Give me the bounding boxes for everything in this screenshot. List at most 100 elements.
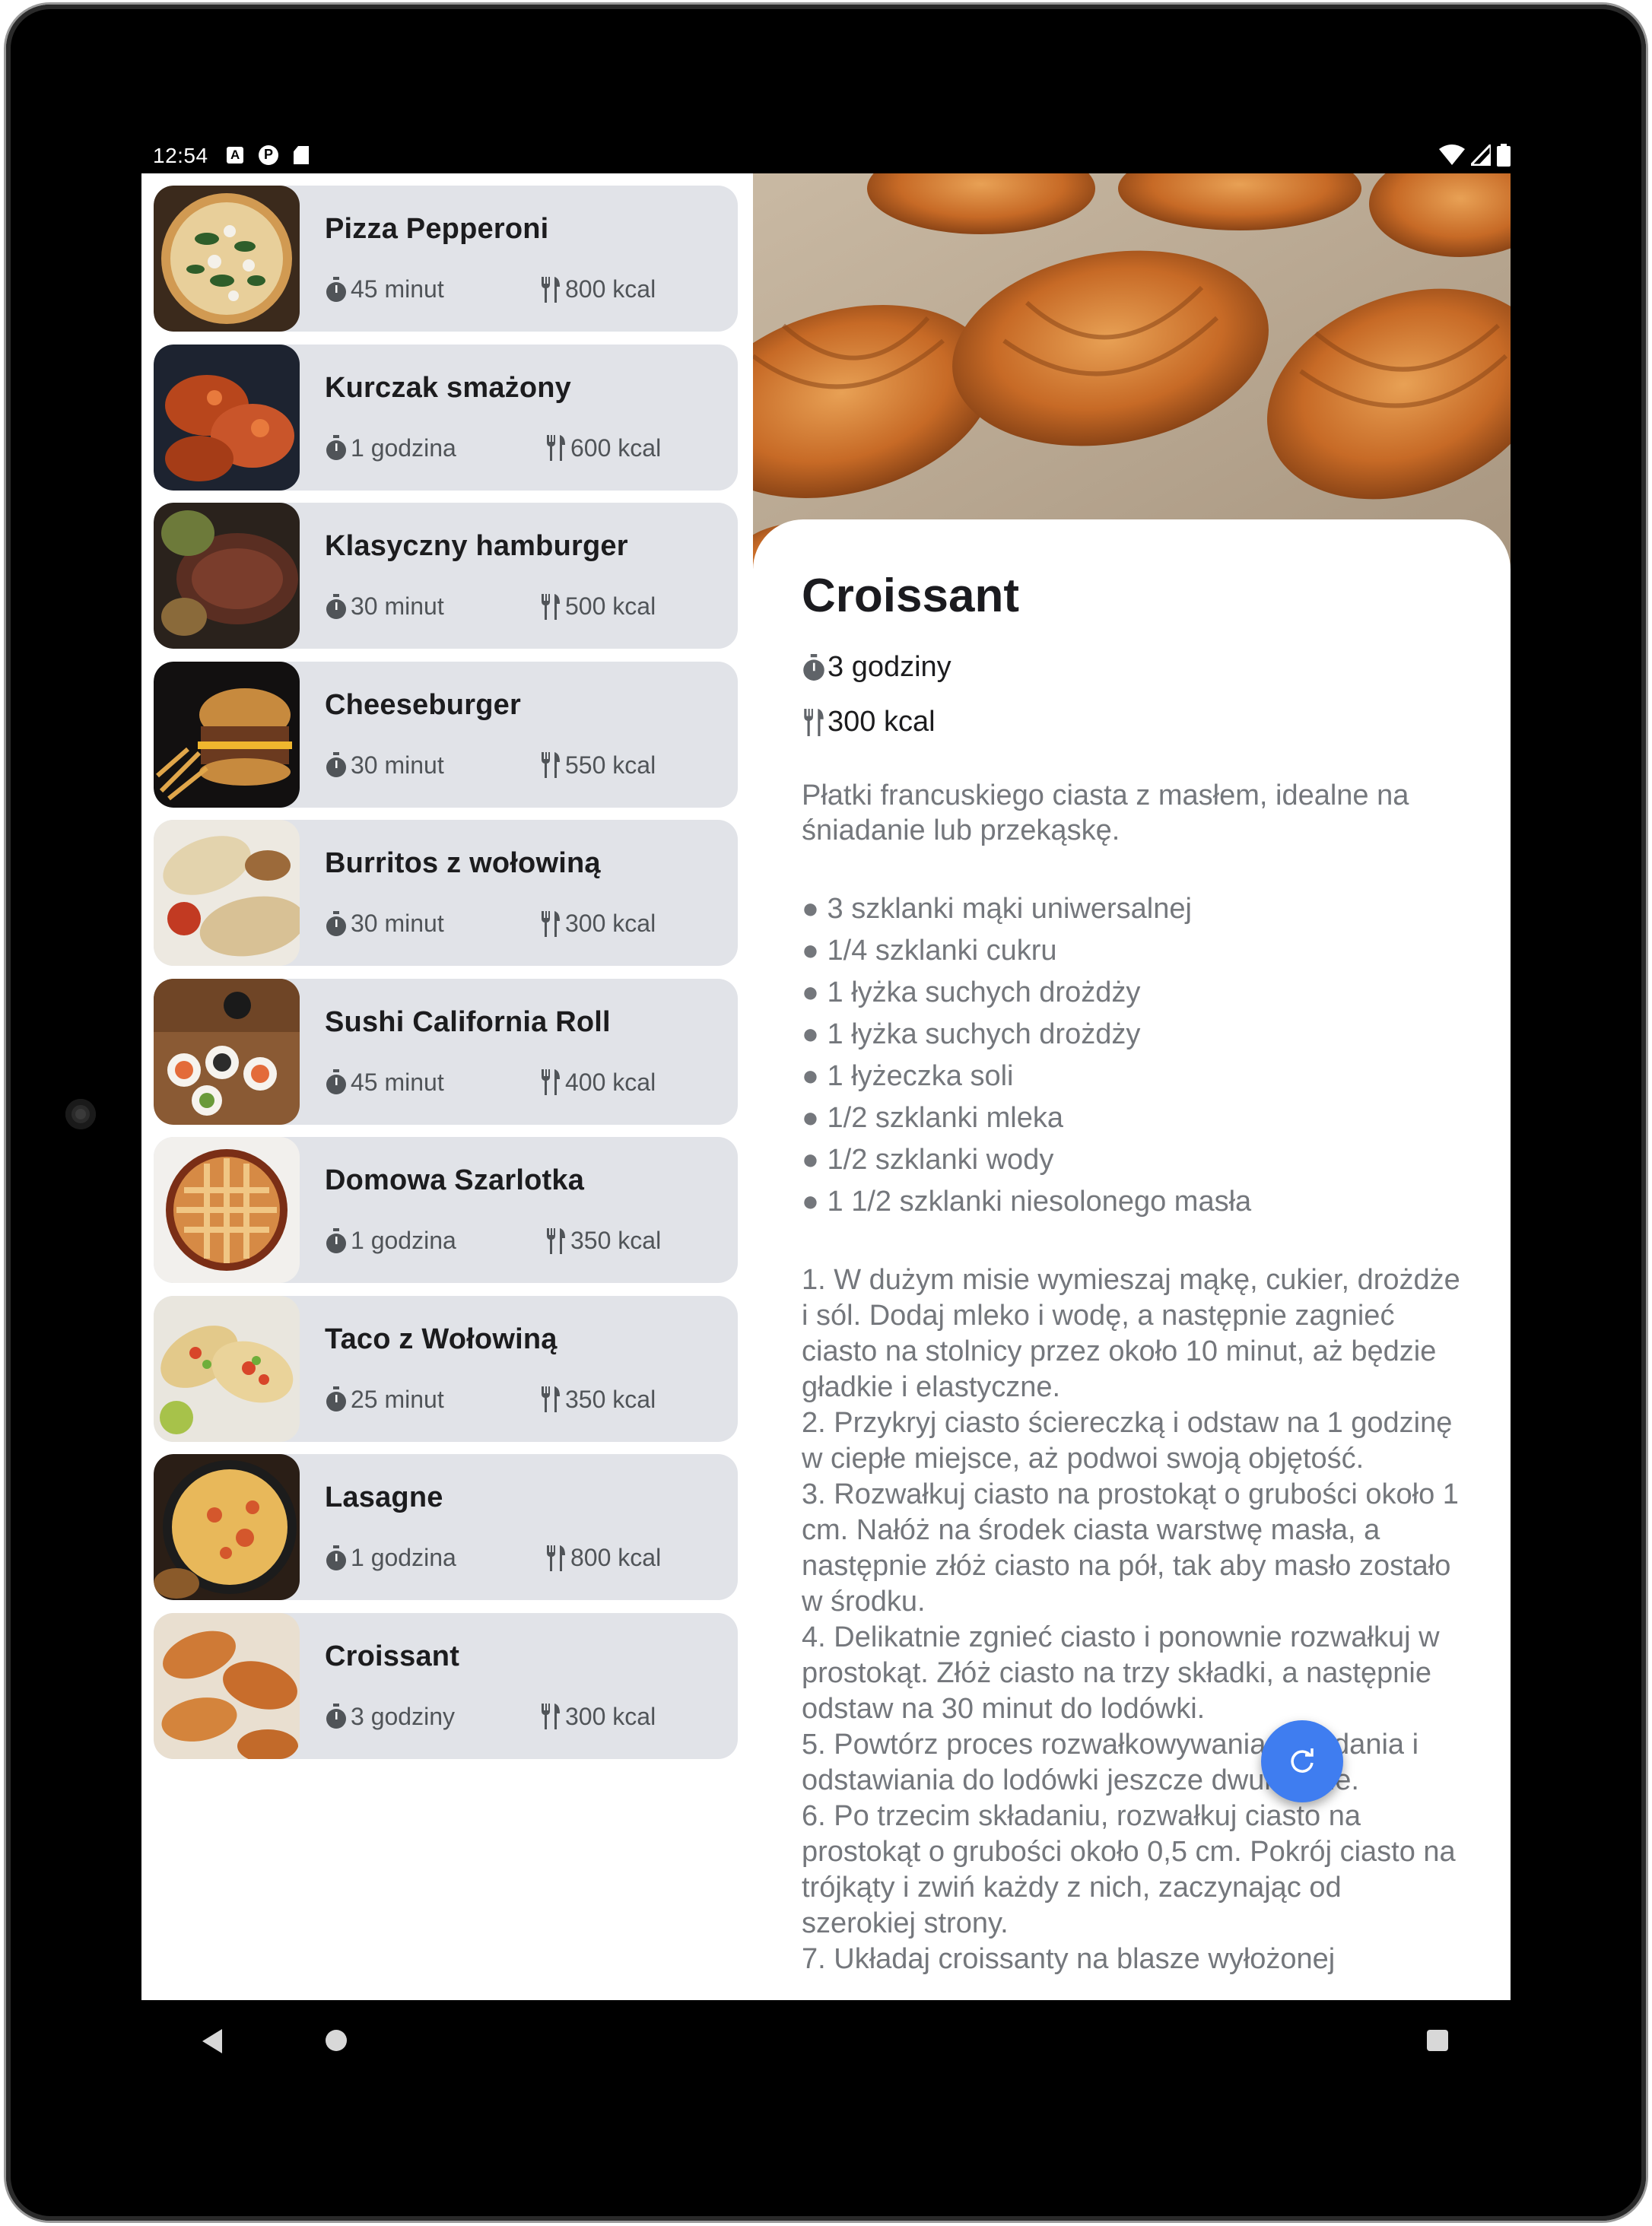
ingredient-item: ● 3 szklanki mąki uniwersalnej (802, 893, 1192, 925)
recipe-time-label: 1 godzina (351, 1544, 456, 1571)
cell-signal-icon (1471, 144, 1491, 166)
ingredient-item: ● 1/4 szklanki cukru (802, 935, 1057, 967)
recipe-time: 45 minut (325, 1069, 444, 1097)
recipe-title: Domowa Szarlotka (325, 1164, 585, 1196)
recipe-time-label: 45 minut (351, 1068, 444, 1096)
cheeseburger-image (154, 661, 300, 808)
cutlery-icon (542, 910, 560, 937)
cutlery-icon (547, 1545, 565, 1571)
recipe-list[interactable]: Pizza Pepperoni 45 minut 800 kcal Kurczak s… (141, 173, 753, 2000)
recipe-kcal: 550 kcal (539, 751, 656, 780)
step-item: 5. Powtórz proces rozwałkowywania, skład… (802, 1729, 1419, 1796)
recipe-time-label: 45 minut (351, 275, 444, 303)
ingredient-item: ● 1 1/2 szklanki niesolonego masła (802, 1186, 1252, 1218)
preparation-steps: 1. W dużym misie wymieszaj mąkę, cukier,… (802, 1262, 1463, 1977)
recipe-kcal: 350 kcal (545, 1227, 661, 1255)
recipe-time-label: 25 minut (351, 1385, 444, 1413)
detail-kcal: 300 kcal (802, 706, 936, 738)
recipe-title: Lasagne (325, 1481, 443, 1513)
recipe-card[interactable]: Domowa Szarlotka 1 godzina 350 kcal (154, 1137, 738, 1283)
croissant-image (154, 1612, 300, 1759)
recipe-title: Croissant (325, 1640, 460, 1672)
cutlery-icon (547, 435, 565, 461)
recipe-kcal: 300 kcal (539, 1703, 656, 1731)
recipe-time: 1 godzina (325, 1227, 456, 1255)
recipe-time-label: 1 godzina (351, 1227, 456, 1254)
recipe-time: 30 minut (325, 910, 444, 938)
step-item: 7. Układaj croissanty na blasze wyłożone… (802, 1943, 1336, 1975)
recipe-time: 3 godziny (325, 1703, 455, 1731)
step-item: 6. Po trzecim składaniu, rozwałkuj ciast… (802, 1800, 1456, 1939)
detail-title: Croissant (802, 570, 1019, 622)
recipe-kcal-label: 800 kcal (565, 275, 656, 303)
stopwatch-icon (326, 752, 346, 777)
recipe-card[interactable]: Cheeseburger 30 minut 550 kcal (154, 661, 738, 808)
recipe-detail[interactable]: Croissant 3 godziny 300 kcal Płatki fran… (753, 173, 1511, 2000)
recipe-kcal: 500 kcal (539, 592, 656, 621)
sd-card-icon (294, 146, 309, 164)
ingredient-item: ● 1 łyżeczka soli (802, 1060, 1014, 1092)
recipe-card[interactable]: Kurczak smażony 1 godzina 600 kcal (154, 344, 738, 491)
apple-pie-image (154, 1137, 300, 1283)
recipe-time-label: 1 godzina (351, 433, 456, 462)
recipe-kcal: 800 kcal (539, 275, 656, 303)
refresh-button[interactable] (1261, 1720, 1343, 1802)
step-item: 2. Przykryj ciasto ściereczką i odstaw n… (802, 1407, 1453, 1475)
stopwatch-icon (326, 1386, 346, 1411)
cutlery-icon (542, 1069, 560, 1095)
recipe-time: 45 minut (325, 275, 444, 303)
back-icon[interactable] (202, 2029, 222, 2053)
step-item: 1. W dużym misie wymieszaj mąkę, cukier,… (802, 1264, 1460, 1403)
recipe-time: 30 minut (325, 751, 444, 780)
recipe-time-label: 3 godziny (351, 1702, 455, 1730)
stopwatch-icon (326, 593, 346, 619)
recipe-kcal-label: 350 kcal (570, 1227, 662, 1254)
stopwatch-icon (326, 1545, 346, 1570)
recipe-time-label: 30 minut (351, 751, 444, 779)
step-item: 4. Delikatnie zgnieć ciasto i ponownie r… (802, 1621, 1440, 1725)
recipe-title: Klasyczny hamburger (325, 530, 628, 562)
notification-p-icon (259, 145, 278, 165)
recipe-kcal-label: 400 kcal (565, 1068, 656, 1096)
sushi-image (154, 978, 300, 1125)
recipe-card[interactable]: Burritos z wołowiną 30 minut 300 kcal (154, 820, 738, 966)
recipe-title: Sushi California Roll (325, 1005, 611, 1038)
ingredient-item: ● 1 łyżka suchych drożdży (802, 976, 1141, 1008)
lasagne-image (154, 1454, 300, 1600)
ingredient-item: ● 1/2 szklanki wody (802, 1144, 1054, 1176)
ingredient-item: ● 1 łyżka suchych drożdży (802, 1018, 1141, 1050)
stopwatch-icon (326, 1227, 346, 1253)
recipe-kcal-label: 300 kcal (565, 1702, 656, 1730)
recipe-kcal-label: 600 kcal (570, 433, 662, 462)
recipe-title: Kurczak smażony (325, 371, 572, 404)
battery-icon (1497, 144, 1511, 167)
recipe-kcal: 350 kcal (539, 1386, 656, 1414)
notification-a-icon (227, 147, 243, 164)
recents-icon[interactable] (1427, 2030, 1448, 2051)
recipe-card[interactable]: Croissant 3 godziny 300 kcal (154, 1612, 738, 1759)
recipe-card[interactable]: Klasyczny hamburger 30 minut 500 kcal (154, 503, 738, 649)
recipe-time: 30 minut (325, 592, 444, 621)
pizza-image (154, 186, 300, 332)
stopwatch-icon (326, 1704, 346, 1729)
recipe-card[interactable]: Sushi California Roll 45 minut 400 kcal (154, 978, 738, 1125)
wifi-icon (1439, 144, 1465, 165)
cutlery-icon (542, 276, 560, 303)
recipe-title: Burritos z wołowiną (325, 847, 601, 879)
recipe-kcal-label: 550 kcal (565, 751, 656, 779)
recipe-kcal-label: 350 kcal (565, 1385, 656, 1413)
status-bar: 12:54 (141, 141, 1511, 171)
croissant-hero-image (753, 173, 1511, 569)
recipe-card[interactable]: Taco z Wołowiną 25 minut 350 kcal (154, 1295, 738, 1442)
ingredients-list: ● 3 szklanki mąki uniwersalnej ● 1/4 szk… (802, 888, 1251, 1223)
cutlery-icon (804, 708, 824, 736)
front-camera (65, 1099, 96, 1129)
stopwatch-icon (326, 1069, 346, 1094)
recipe-card[interactable]: Lasagne 1 godzina 800 kcal (154, 1454, 738, 1600)
refresh-icon (1291, 1748, 1314, 1773)
recipe-time-label: 30 minut (351, 910, 444, 937)
home-icon[interactable] (326, 2030, 347, 2051)
stopwatch-icon (326, 435, 346, 460)
recipe-title: Cheeseburger (325, 688, 521, 721)
recipe-card[interactable]: Pizza Pepperoni 45 minut 800 kcal (154, 186, 738, 332)
